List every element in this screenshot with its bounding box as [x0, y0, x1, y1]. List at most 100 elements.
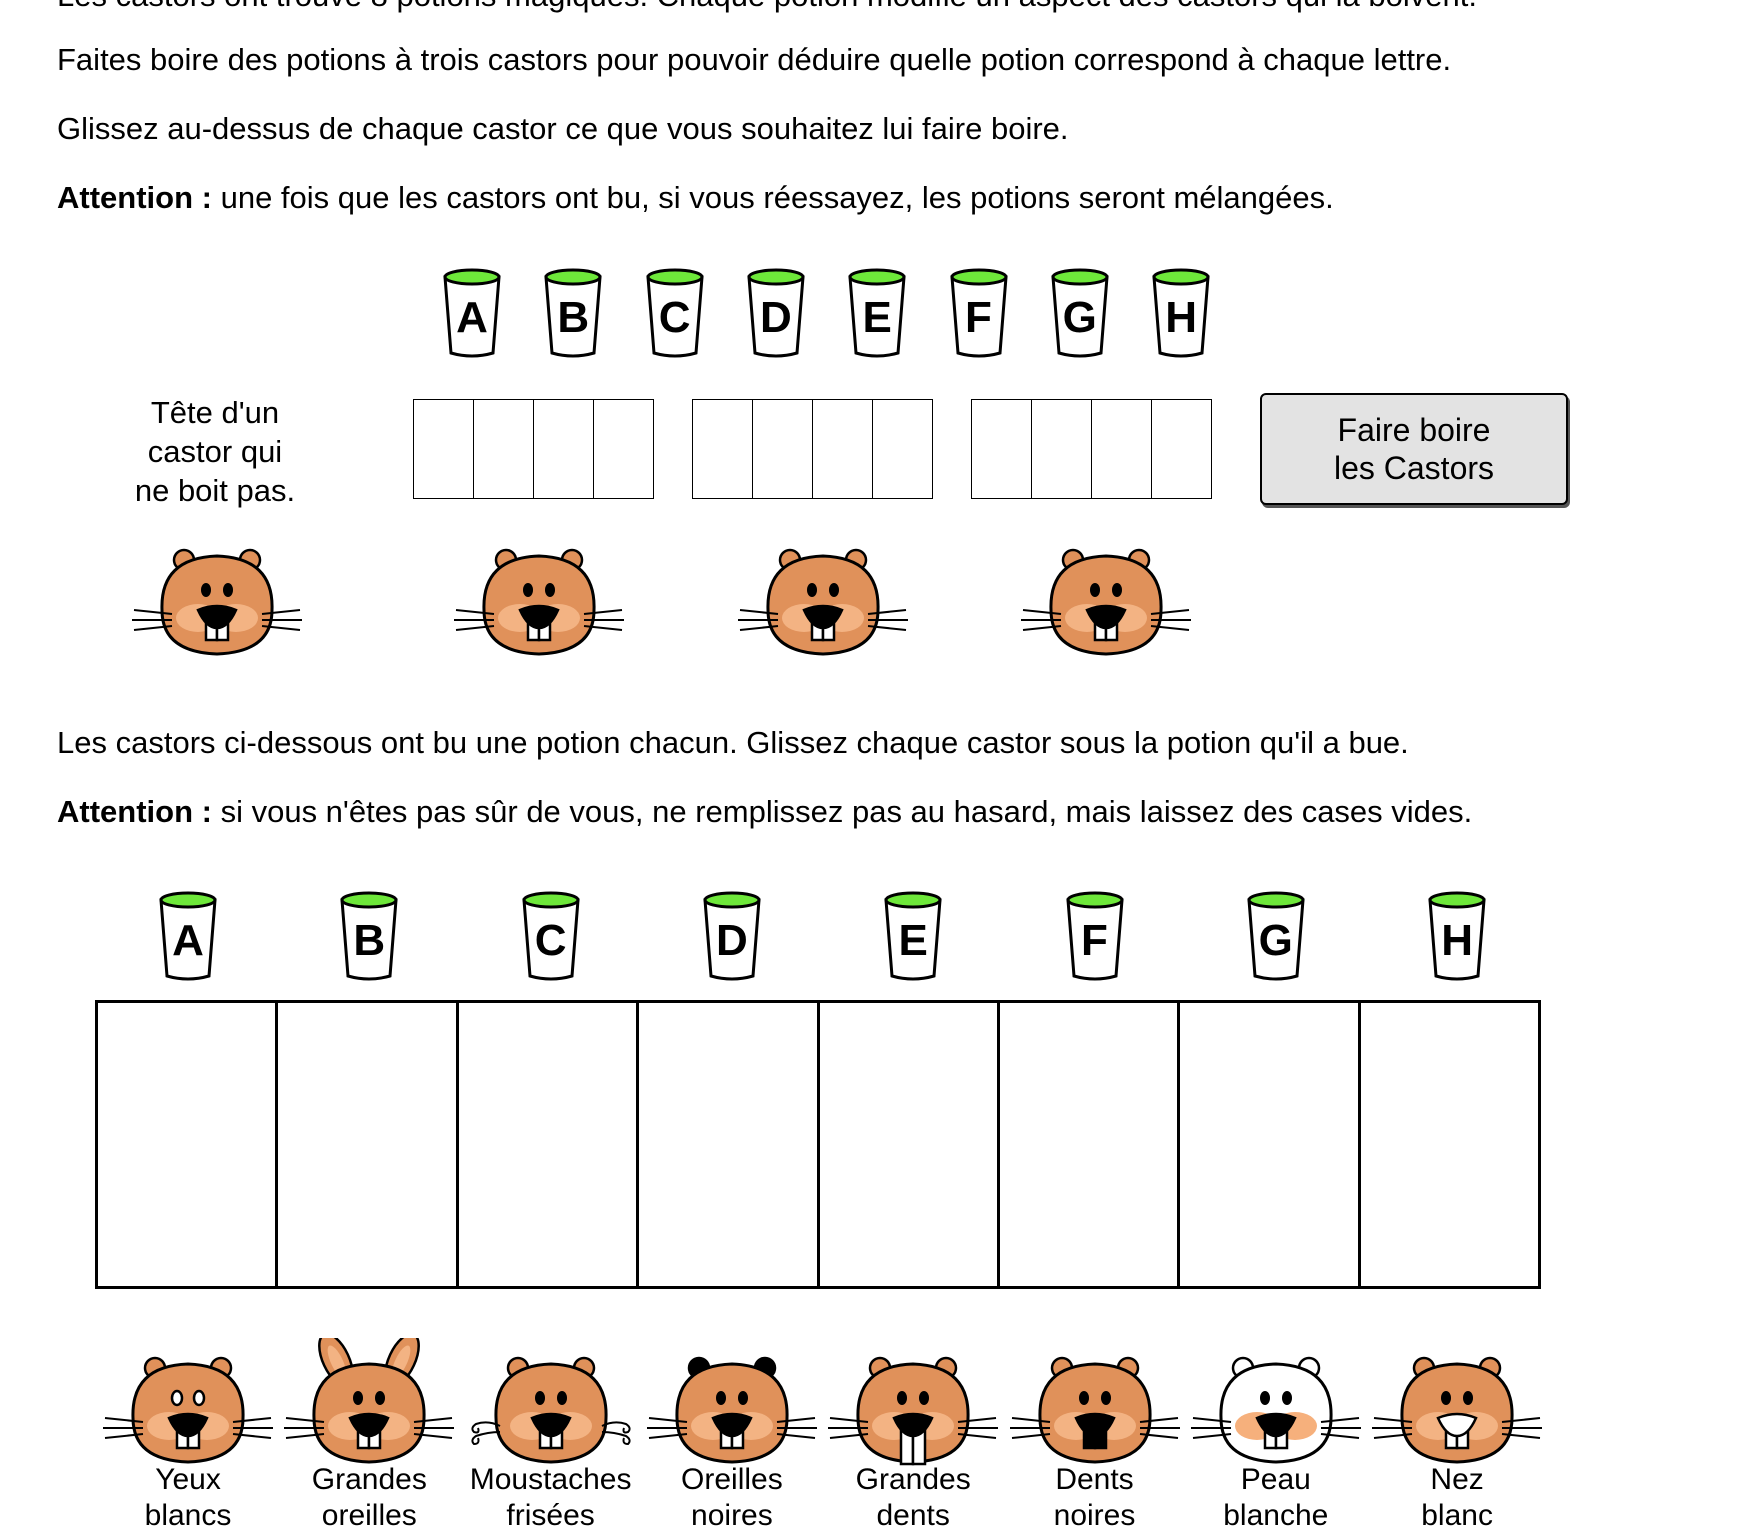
make-beavers-drink-button[interactable]: Faire boire les Castors — [1260, 393, 1568, 505]
potion-letter: F — [1081, 916, 1108, 965]
beaver-label-line: blancs — [144, 1499, 232, 1532]
answer-cell-d[interactable] — [636, 1003, 816, 1286]
control-beaver-caption: Tête d'un castor qui ne boit pas. — [120, 393, 310, 510]
caption-line: Tête d'un — [150, 395, 280, 430]
beaver-label: Grandes dents — [823, 1462, 1003, 1534]
potion-cup-a[interactable]: A — [158, 890, 218, 982]
answer-cell-e[interactable] — [816, 1003, 997, 1286]
drink-slots-beaver-2 — [692, 399, 933, 499]
potion-cup-e[interactable]: E — [847, 267, 907, 359]
beaver-label-line: blanc — [1421, 1499, 1493, 1532]
beaver-icon-2 — [738, 530, 908, 660]
potion-cup-d[interactable]: D — [746, 267, 806, 359]
answer-cell-f[interactable] — [996, 1003, 1177, 1286]
potion-cup-c[interactable]: C — [645, 267, 705, 359]
warning-text: si vous n'êtes pas sûr de vous, ne rempl… — [211, 794, 1473, 829]
beaver-label-line: Yeux — [155, 1463, 221, 1496]
draggable-beaver-big-ears[interactable] — [284, 1332, 455, 1468]
beaver-label-line: Nez — [1430, 1463, 1484, 1496]
potion-letter: E — [898, 916, 928, 965]
potion-cup-a[interactable]: A — [442, 267, 502, 359]
drink-slots-beaver-3 — [971, 399, 1212, 499]
answer-cell-h[interactable] — [1357, 1003, 1538, 1286]
beaver-label-line: frisées — [506, 1499, 595, 1532]
answer-cell-c[interactable] — [455, 1003, 636, 1286]
drop-slot[interactable] — [1091, 399, 1152, 499]
potion-cup-e[interactable]: E — [883, 890, 943, 982]
drop-slot[interactable] — [473, 399, 534, 499]
beaver-label-line: dents — [876, 1499, 950, 1532]
potion-letter: A — [172, 916, 204, 965]
beaver-label: Yeux blancs — [98, 1462, 278, 1534]
second-line-1: Les castors ci-dessous ont bu une potion… — [57, 725, 1409, 760]
drop-slot[interactable] — [812, 399, 873, 499]
beaver-label-line: oreilles — [321, 1499, 417, 1532]
draggable-beaver-big-teeth[interactable] — [828, 1338, 999, 1468]
warning-label: Attention : — [57, 794, 212, 829]
potion-cup-f[interactable]: F — [1065, 890, 1125, 982]
intro-warning: Attention : une fois que les castors ont… — [57, 180, 1334, 216]
potion-letter: C — [658, 293, 691, 342]
caption-line: castor qui — [147, 434, 283, 469]
beaver-label-line: blanche — [1223, 1499, 1329, 1532]
beaver-label-line: noires — [691, 1499, 773, 1532]
beaver-label: Dents noires — [1005, 1462, 1185, 1534]
draggable-beaver-white-skin[interactable] — [1190, 1338, 1361, 1468]
draggable-beaver-curly-whiskers[interactable] — [466, 1338, 636, 1468]
potion-cup-h[interactable]: H — [1151, 267, 1211, 359]
draggable-beaver-black-teeth[interactable] — [1009, 1338, 1180, 1468]
potion-cup-b[interactable]: B — [543, 267, 603, 359]
draggable-beaver-black-ears[interactable] — [646, 1338, 817, 1468]
potion-letter: B — [557, 293, 590, 342]
drop-slot[interactable] — [971, 399, 1032, 499]
drop-slot[interactable] — [872, 399, 933, 499]
beaver-icon-3 — [1021, 530, 1191, 660]
potion-cup-c[interactable]: C — [521, 890, 581, 982]
potion-cup-f[interactable]: F — [949, 267, 1009, 359]
beaver-label-line: Oreilles — [681, 1463, 783, 1496]
potion-cup-g[interactable]: G — [1050, 267, 1110, 359]
beaver-label-line: Grandes — [311, 1463, 427, 1496]
control-beaver-icon — [132, 530, 302, 660]
potion-cup-g[interactable]: G — [1246, 890, 1306, 982]
answer-cell-b[interactable] — [275, 1003, 455, 1286]
potion-letter: D — [716, 916, 748, 965]
potion-letter: F — [965, 293, 992, 342]
potion-cup-b[interactable]: B — [339, 890, 399, 982]
drop-slot[interactable] — [1031, 399, 1092, 499]
beaver-label-line: Moustaches — [469, 1463, 632, 1496]
potion-letter: B — [353, 916, 386, 965]
drop-slot[interactable] — [752, 399, 813, 499]
answer-cell-a[interactable] — [98, 1003, 275, 1286]
button-label-line: les Castors — [1333, 450, 1495, 486]
beaver-label-line: Grandes — [855, 1463, 971, 1496]
answer-grid — [95, 1000, 1541, 1289]
potion-letter: D — [760, 293, 792, 342]
drop-slot[interactable] — [1151, 399, 1212, 499]
button-label-line: Faire boire — [1337, 412, 1491, 448]
intro-line-0: Les castors ont trouvé 8 potions magique… — [57, 0, 1477, 14]
warning-text: une fois que les castors ont bu, si vous… — [211, 180, 1334, 215]
potion-letter: H — [1165, 293, 1197, 342]
drop-slot[interactable] — [593, 399, 654, 499]
beaver-label-line: noires — [1053, 1499, 1136, 1532]
beaver-label: Nez blanc — [1367, 1462, 1547, 1534]
beaver-label: Peau blanche — [1186, 1462, 1366, 1534]
potion-letter: H — [1441, 916, 1473, 965]
drink-slots-beaver-1 — [413, 399, 654, 499]
answer-cell-g[interactable] — [1177, 1003, 1357, 1286]
beaver-label: Grandes oreilles — [279, 1462, 459, 1534]
draggable-beaver-white-eyes[interactable] — [103, 1338, 273, 1468]
drop-slot[interactable] — [413, 399, 474, 499]
potion-letter: G — [1062, 293, 1097, 342]
potion-cup-h[interactable]: H — [1427, 890, 1487, 982]
caption-line: ne boit pas. — [134, 473, 296, 508]
potion-letter: A — [456, 293, 488, 342]
drop-slot[interactable] — [692, 399, 753, 499]
draggable-beaver-white-nose[interactable] — [1372, 1338, 1543, 1468]
potion-cup-d[interactable]: D — [702, 890, 762, 982]
drop-slot[interactable] — [533, 399, 594, 499]
potion-letter: C — [534, 916, 567, 965]
warning-label: Attention : — [57, 180, 212, 215]
potion-letter: G — [1258, 916, 1293, 965]
